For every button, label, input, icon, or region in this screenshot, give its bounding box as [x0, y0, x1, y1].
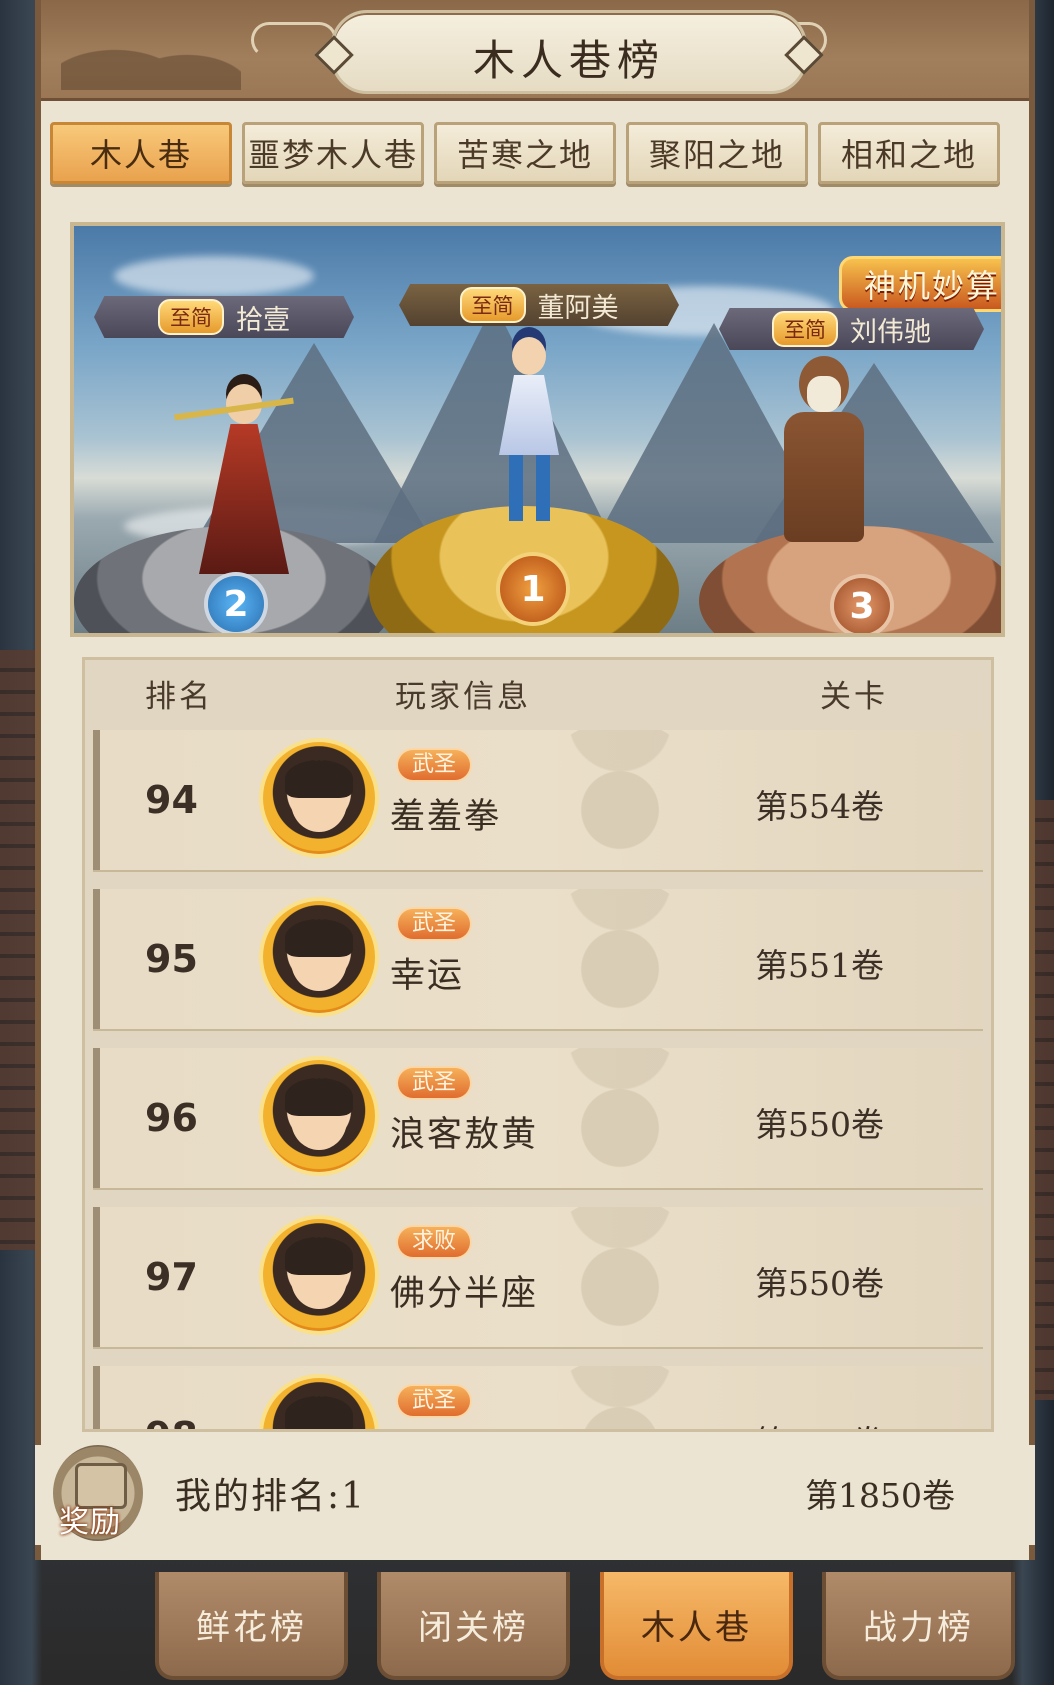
special-title-badge: 神机妙算 [839, 256, 1001, 312]
second-place-name: 拾壹 [236, 304, 290, 336]
second-place-character[interactable] [174, 376, 304, 586]
mountain-ornament [61, 20, 241, 90]
nav-power-rank[interactable]: 战力榜 [822, 1572, 1015, 1680]
column-header-rank: 排名 [145, 678, 213, 715]
table-rows[interactable]: 94 武圣 羞羞拳 第554卷 95 武圣 幸运 第551卷 96 武圣 浪客敖… [93, 730, 983, 1429]
row-rank: 98 [145, 1414, 198, 1429]
column-header-level: 关卡 [820, 678, 888, 715]
character-beard [807, 376, 841, 412]
row-level: 第551卷 [755, 946, 884, 985]
row-rank: 95 [145, 937, 198, 981]
table-row[interactable]: 98 武圣 第550卷 [93, 1366, 983, 1429]
player-avatar[interactable] [263, 1060, 375, 1172]
rank-3-emblem: 3 [834, 578, 890, 633]
my-rank-bar: 奖励 我的排名:1 第1850卷 [35, 1445, 1035, 1545]
reindeer-costume [784, 412, 864, 542]
my-level: 第1850卷 [805, 1476, 955, 1515]
character-leg [536, 455, 550, 521]
third-place-badge: 至简 [772, 311, 838, 347]
row-level: 第550卷 [755, 1264, 884, 1303]
tab-juyang-zhidi[interactable]: 聚阳之地 [626, 122, 808, 184]
tab-nightmare-muren-xiang[interactable]: 噩梦木人巷 [242, 122, 424, 184]
flower-watermark [530, 730, 710, 870]
third-place-name: 刘伟驰 [850, 316, 931, 348]
avatar-hair [285, 1396, 353, 1429]
player-title-badge: 武圣 [398, 1068, 471, 1098]
character-robe [199, 424, 289, 574]
third-place-banner: 至简 刘伟驰 [719, 308, 984, 350]
player-avatar[interactable] [263, 1378, 375, 1429]
panel-header: 木人巷榜 [41, 0, 1029, 101]
reward-button[interactable]: 奖励 [53, 1445, 143, 1541]
row-rank: 94 [145, 778, 198, 822]
row-rank: 97 [145, 1255, 198, 1299]
cloud [114, 256, 314, 296]
player-title-badge: 武圣 [398, 750, 471, 780]
row-level: 第554卷 [755, 787, 884, 826]
avatar-hair [285, 1237, 353, 1275]
page-title: 木人巷榜 [472, 36, 665, 85]
nav-flower-rank[interactable]: 鲜花榜 [155, 1572, 348, 1680]
table-row[interactable]: 97 求败 佛分半座 第550卷 [93, 1207, 983, 1347]
character-leg [509, 455, 523, 521]
player-name: 幸运 [390, 956, 465, 996]
background-roof-left [0, 650, 40, 1250]
table-row[interactable]: 94 武圣 羞羞拳 第554卷 [93, 730, 983, 870]
rank-2-emblem: 2 [208, 576, 264, 632]
row-rank: 96 [145, 1096, 198, 1140]
flower-watermark [530, 1048, 710, 1188]
player-avatar[interactable] [263, 1219, 375, 1331]
category-tabs: 木人巷 噩梦木人巷 苦寒之地 聚阳之地 相和之地 [50, 122, 1000, 186]
player-name: 佛分半座 [390, 1274, 539, 1314]
flower-watermark [530, 1207, 710, 1347]
title-plate: 木人巷榜 [314, 10, 824, 94]
rank-1-emblem: 1 [500, 556, 566, 622]
character-dress [499, 375, 559, 455]
second-place-badge: 至简 [158, 299, 224, 335]
player-title-badge: 武圣 [398, 1386, 471, 1416]
player-name: 浪客敖黄 [390, 1115, 539, 1155]
top-three-podium: 至简 拾壹 至简 董阿美 神机妙算 至简 刘伟驰 2 1 3 [70, 222, 1005, 637]
row-level: 第550卷 [755, 1105, 884, 1144]
player-title-badge: 武圣 [398, 909, 471, 939]
character-head [512, 337, 546, 375]
third-place-character[interactable] [769, 346, 879, 546]
table-row[interactable]: 95 武圣 幸运 第551卷 [93, 889, 983, 1029]
nav-muren-xiang[interactable]: 木人巷 [600, 1572, 793, 1680]
first-place-banner: 至简 董阿美 [399, 284, 679, 326]
avatar-hair [285, 1078, 353, 1116]
ranking-table: 排名 玩家信息 关卡 94 武圣 羞羞拳 第554卷 95 武圣 幸运 第551… [82, 657, 994, 1432]
table-header: 排名 玩家信息 关卡 [85, 660, 991, 726]
player-avatar[interactable] [263, 742, 375, 854]
flower-watermark [530, 1366, 710, 1429]
player-title-badge: 求败 [398, 1227, 471, 1257]
avatar-hair [285, 919, 353, 957]
first-place-character[interactable] [474, 331, 584, 531]
nav-seclusion-rank[interactable]: 闭关榜 [377, 1572, 570, 1680]
my-rank-text: 我的排名:1 [175, 1476, 367, 1517]
second-place-banner: 至简 拾壹 [94, 296, 354, 338]
column-header-player-info: 玩家信息 [395, 678, 531, 715]
flower-watermark [530, 889, 710, 1029]
player-name: 羞羞拳 [390, 797, 502, 837]
tab-muren-xiang[interactable]: 木人巷 [50, 122, 232, 184]
first-place-badge: 至简 [459, 287, 526, 323]
player-avatar[interactable] [263, 901, 375, 1013]
reward-label: 奖励 [59, 1505, 121, 1540]
tab-xianghe-zhidi[interactable]: 相和之地 [818, 122, 1000, 184]
first-place-name: 董阿美 [537, 292, 619, 324]
avatar-hair [285, 760, 353, 798]
tab-kuhan-zhidi[interactable]: 苦寒之地 [434, 122, 616, 184]
row-level: 第550卷 [755, 1416, 884, 1429]
table-row[interactable]: 96 武圣 浪客敖黄 第550卷 [93, 1048, 983, 1188]
bottom-navigation: 鲜花榜 闭关榜 木人巷 战力榜 [150, 1572, 1020, 1685]
